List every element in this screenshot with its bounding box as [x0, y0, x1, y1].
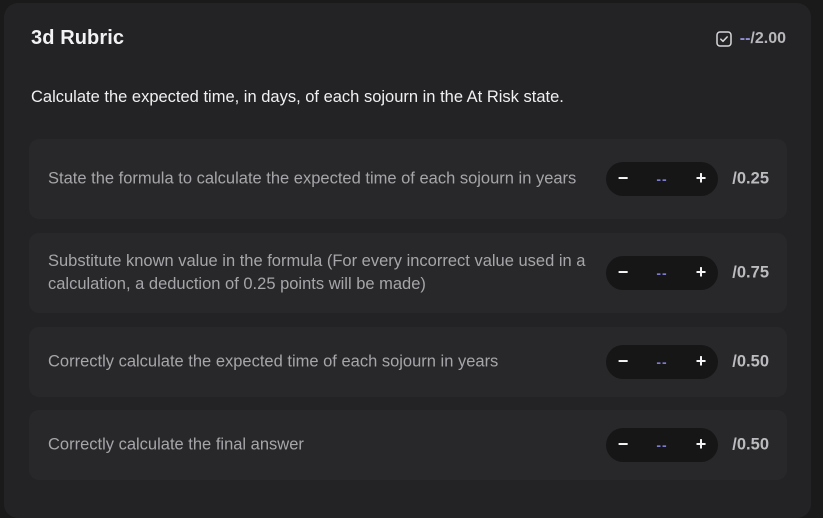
increment-button[interactable]: +	[686, 256, 716, 290]
increment-button[interactable]: +	[686, 162, 716, 196]
max-points: /0.50	[732, 435, 769, 454]
score-stepper: − +	[606, 256, 718, 290]
rubric-title: 3d Rubric	[31, 27, 125, 49]
total-score-value: --/2.00	[739, 30, 786, 47]
decrement-button[interactable]: −	[608, 256, 638, 290]
score-stepper: − +	[606, 345, 718, 379]
score-stepper: − +	[606, 428, 718, 462]
rubric-item-text: Correctly calculate the final answer	[48, 435, 304, 454]
score-input[interactable]	[642, 428, 682, 462]
score-input[interactable]	[642, 345, 682, 379]
total-score: --/2.00	[716, 30, 786, 48]
score-input[interactable]	[642, 162, 682, 196]
rubric-item-text: Correctly calculate the expected time of…	[48, 352, 499, 371]
score-stepper: − +	[606, 162, 718, 196]
checkbox-icon[interactable]	[716, 31, 732, 47]
decrement-button[interactable]: −	[608, 345, 638, 379]
max-points: /0.25	[732, 169, 769, 188]
score-input[interactable]	[642, 256, 682, 290]
rubric-item-text: State the formula to calculate the expec…	[48, 169, 577, 188]
rubric-item: Substitute known value in the formula (F…	[29, 233, 787, 313]
rubric-panel: 3d Rubric --/2.00 Calculate the expected…	[4, 3, 811, 518]
rubric-item: State the formula to calculate the expec…	[29, 139, 787, 219]
increment-button[interactable]: +	[686, 428, 716, 462]
rubric-item: Correctly calculate the final answer − +…	[29, 410, 787, 480]
rubric-item: Correctly calculate the expected time of…	[29, 327, 787, 397]
rubric-item-text: Substitute known value in the formula (F…	[48, 252, 586, 293]
decrement-button[interactable]: −	[608, 428, 638, 462]
max-points: /0.50	[732, 352, 769, 371]
increment-button[interactable]: +	[686, 345, 716, 379]
decrement-button[interactable]: −	[608, 162, 638, 196]
max-points: /0.75	[732, 263, 769, 282]
question-text: Calculate the expected time, in days, of…	[31, 88, 564, 106]
